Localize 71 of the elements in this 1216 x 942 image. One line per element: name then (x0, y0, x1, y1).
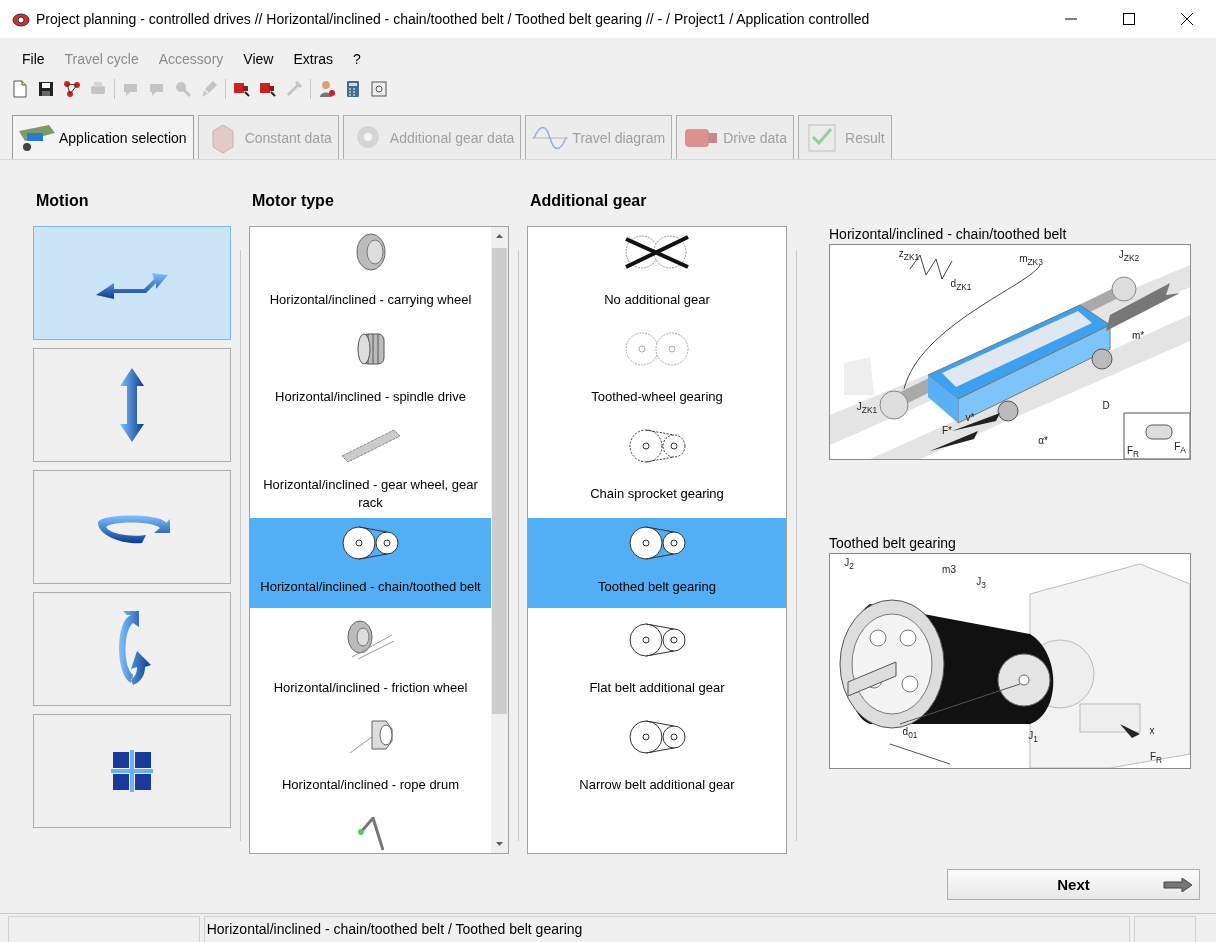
diagram-label: z$_{ZK1}$ (898, 247, 920, 263)
grid-cross-icon (109, 748, 155, 794)
scrollbar[interactable] (491, 227, 508, 853)
diagram-label: J$_{2}$ (844, 556, 854, 572)
rope-drum-icon (348, 720, 393, 754)
list-item[interactable]: Chain sprocket gearing (528, 421, 786, 518)
status-panel (1134, 916, 1196, 942)
diagram-label: J$_{ZK2}$ (1118, 248, 1140, 264)
list-item[interactable]: Flat belt additional gear (528, 615, 786, 712)
diagram-label: J$_{ZK1}$ (856, 400, 878, 416)
crank-icon (357, 817, 384, 851)
arrow-icon (1163, 878, 1193, 892)
list-item[interactable]: Horizontal/inclined - chain/toothed belt (250, 518, 491, 608)
menu-item[interactable]: ? (343, 50, 371, 67)
list-item[interactable]: Horizontal/inclined - friction wheel (250, 615, 491, 712)
scroll-thumb[interactable] (492, 248, 507, 714)
chain-sprocket-icon (628, 429, 686, 463)
belt-pulley-icon (628, 623, 686, 657)
diagram-label: J$_{1}$ (1028, 729, 1038, 745)
wheel-icon (355, 233, 386, 271)
list-item[interactable]: Horizontal/inclined - spindle drive (250, 324, 491, 421)
diagram-label: d$_{01}$ (902, 725, 918, 741)
gear-pair-icon (625, 332, 689, 366)
diagram-label: F$_{R}$ (1149, 750, 1163, 766)
belt-pulley-icon (628, 526, 686, 560)
diagram-label: α* (1038, 434, 1048, 446)
list-item[interactable]: Toothed-wheel gearing (528, 324, 786, 421)
save-icon[interactable] (36, 79, 56, 99)
diagram-title: Toothed belt gearing (829, 535, 957, 553)
window-title: Project planning - controlled drives // Horizontal/inclined - chain/toothed belt / Toothed belt gearing // - / Project1 / Application controlled (36, 11, 871, 27)
column-heading: Motor type (251, 192, 335, 211)
diagram-label: m$_{ZK3}$ (1019, 252, 1043, 268)
crossed-gears-icon (625, 235, 689, 269)
diagram-label: D (1102, 399, 1110, 411)
app-icon (12, 11, 30, 27)
friction-wheel-icon (346, 620, 395, 660)
menu-item[interactable]: View (233, 50, 284, 67)
list-item[interactable]: Narrow belt additional gear (528, 712, 786, 809)
list-item[interactable]: Toothed belt gearing (528, 518, 786, 608)
motion-option[interactable] (33, 714, 231, 828)
tab[interactable]: Application selection (12, 115, 194, 159)
maximize-icon[interactable] (1121, 11, 1137, 27)
list-item[interactable]: Horizontal/inclined - gear wheel, gear rack (250, 421, 491, 518)
belt-pulley-icon (628, 720, 686, 754)
menu-item[interactable]: Extras (283, 50, 344, 67)
document-icon[interactable] (10, 79, 30, 99)
diagram-label: F* (942, 424, 952, 436)
close-icon[interactable] (1179, 11, 1195, 27)
diagram-label: F$_{A}$ (1174, 440, 1186, 456)
list-item[interactable]: Horizontal/inclined - carrying wheel (250, 227, 491, 324)
diagram-title: Horizontal/inclined - chain/toothed belt (829, 226, 1068, 244)
vertical-arrow-icon (120, 368, 144, 442)
spindle-icon (356, 333, 385, 365)
column-heading: Motion (35, 192, 90, 211)
diagram-label: m* (1131, 329, 1145, 341)
user-icon[interactable] (317, 79, 337, 99)
status-text: Horizontal/inclined - chain/toothed belt / Toothed belt gearing (203, 916, 1131, 942)
next-button[interactable]: Next (947, 869, 1200, 900)
diagram-label: m3 (942, 563, 956, 575)
diagram-label: d$_{ZK1}$ (950, 277, 972, 293)
diagram-label: x (1149, 724, 1155, 736)
diagram-label: F$_{R}$ (1126, 444, 1140, 460)
diagram-label: v* (965, 411, 975, 423)
belt-pulley-icon (342, 526, 399, 560)
network-icon[interactable] (62, 79, 82, 99)
gear-rack-icon (340, 429, 401, 463)
list-item[interactable]: Horizontal/inclined - rope drum (250, 712, 491, 809)
list-item[interactable]: No additional gear (528, 227, 786, 324)
diagram-label: J$_{3}$ (976, 575, 986, 591)
column-heading: Additional gear (529, 192, 648, 211)
menu-item[interactable]: File (12, 50, 55, 67)
